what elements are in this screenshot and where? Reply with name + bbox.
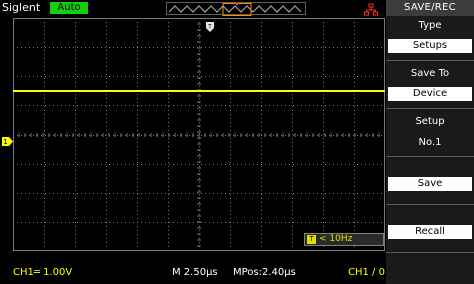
graticule — [12, 17, 385, 251]
waveform-grid — [12, 17, 385, 251]
horizontal-position-readout: MPos:2.40μs — [233, 267, 296, 278]
save-to-label: Save To — [410, 68, 450, 79]
network-icon — [364, 2, 378, 16]
type-selector[interactable]: Setups — [388, 39, 472, 53]
save-button[interactable]: Save — [388, 177, 472, 191]
menu-divider — [386, 156, 474, 157]
save-to-selector[interactable]: Device — [388, 87, 472, 101]
trigger-icon: T — [307, 235, 316, 244]
menu-divider — [386, 60, 474, 61]
trigger-frequency-box: T < 10Hz — [304, 233, 384, 246]
setup-selector[interactable]: No.1 — [388, 136, 472, 150]
svg-text:1: 1 — [3, 138, 7, 146]
timebase-readout: M 2.50μs — [172, 267, 218, 278]
trigger-frequency: < 10Hz — [319, 234, 353, 244]
trigger-position-preview — [166, 2, 306, 16]
menu-title: SAVE/REC — [386, 0, 474, 16]
ch1-scale-readout: CH1═ 1.00V — [13, 267, 73, 278]
oscilloscope-screen: Siglent Auto T 1 T < 10Hz CH1═ 1.00V M 2… — [0, 0, 474, 284]
menu-divider — [386, 204, 474, 205]
type-label: Type — [418, 20, 442, 31]
brand-label: Siglent — [2, 1, 41, 14]
save-recall-menu: SAVE/REC ◀ Type Setups Save To Device ◀ … — [386, 0, 474, 284]
setup-label: Setup — [415, 116, 445, 127]
recall-button[interactable]: Recall — [388, 225, 472, 239]
menu-divider — [386, 108, 474, 109]
acquisition-mode-badge: Auto — [50, 2, 88, 14]
ch1-offset-marker[interactable]: 1 — [2, 131, 13, 146]
menu-divider — [386, 252, 474, 253]
